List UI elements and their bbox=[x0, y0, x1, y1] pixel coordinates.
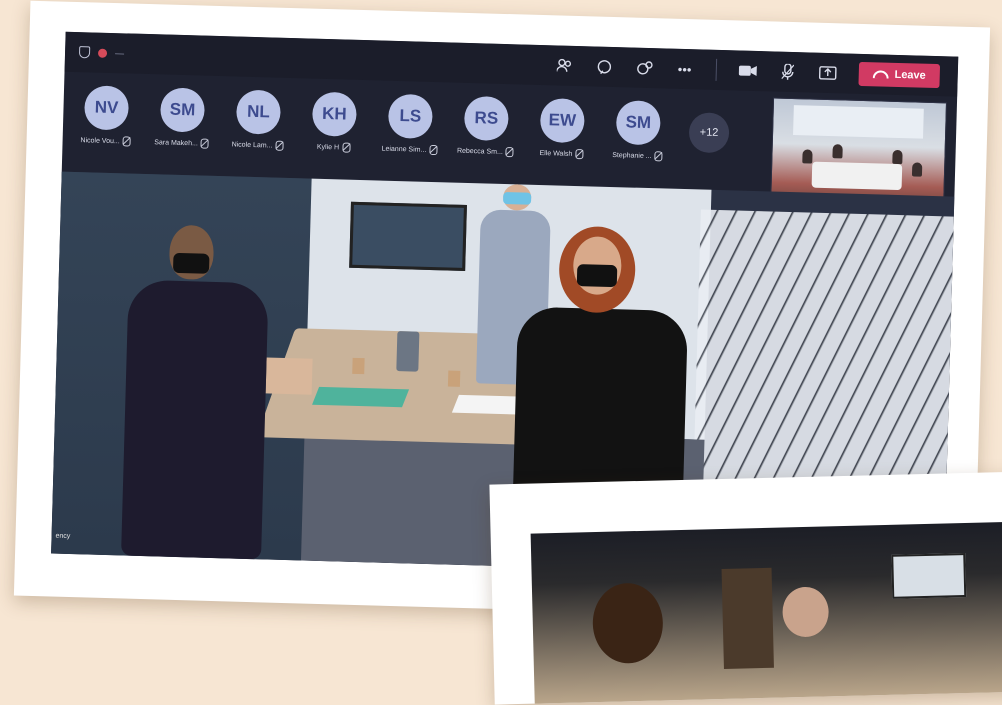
video-wall-monitor bbox=[349, 201, 467, 271]
video-tissue-box bbox=[265, 357, 313, 395]
participant-item[interactable]: NL Nicole Lam... bbox=[228, 89, 288, 151]
share-icon[interactable] bbox=[818, 64, 837, 82]
mic-muted-icon bbox=[275, 140, 284, 151]
leave-button-label: Leave bbox=[894, 68, 926, 82]
secondary-wall-picture bbox=[891, 553, 967, 599]
room-person bbox=[832, 144, 843, 159]
participant-name-row: Sara Makeh... bbox=[154, 137, 209, 149]
participant-name-row: Leianne Sim... bbox=[381, 144, 438, 156]
participant-name: Elle Walsh bbox=[539, 149, 573, 158]
reactions-icon[interactable] bbox=[635, 59, 653, 77]
camera-icon[interactable] bbox=[738, 62, 757, 80]
leave-button[interactable]: Leave bbox=[858, 61, 941, 89]
top-bar-left: — bbox=[65, 46, 124, 60]
avatar: KH bbox=[311, 91, 358, 137]
video-folder bbox=[312, 386, 410, 408]
room-person bbox=[802, 149, 813, 164]
mic-muted-icon bbox=[575, 148, 584, 160]
participant-item[interactable]: SM Sara Makeh... bbox=[152, 87, 212, 149]
participant-item[interactable]: RS Rebecca Sm... bbox=[456, 95, 516, 158]
mic-muted-icon bbox=[341, 142, 351, 153]
secondary-video-screen bbox=[530, 521, 1002, 704]
mic-muted-icon bbox=[200, 138, 209, 149]
participant-name: Rebecca Sm... bbox=[456, 147, 504, 156]
room-person bbox=[911, 162, 923, 177]
video-cup bbox=[352, 357, 365, 375]
mic-muted-icon bbox=[122, 136, 131, 147]
secondary-person-curly-hair bbox=[591, 582, 664, 665]
phone-hangup-icon bbox=[872, 70, 889, 79]
participant-item[interactable]: SM Stephanie ... bbox=[608, 100, 668, 162]
video-person-left bbox=[121, 224, 270, 560]
participant-name-row: Stephanie ... bbox=[612, 150, 663, 162]
top-bar-controls: ••• Leave bbox=[555, 53, 958, 89]
photo-frame-secondary bbox=[489, 471, 1002, 705]
participant-name: Leianne Sim... bbox=[381, 145, 427, 154]
room-table bbox=[811, 161, 903, 191]
avatar: SM bbox=[159, 87, 206, 133]
avatar: NL bbox=[235, 89, 282, 135]
more-participants-button[interactable]: +12 bbox=[688, 112, 730, 154]
meeting-timer: — bbox=[114, 48, 125, 59]
avatar: SM bbox=[615, 100, 661, 146]
mic-muted-icon bbox=[505, 147, 515, 158]
participant-name-row: Rebecca Sm... bbox=[456, 146, 515, 158]
participant-item[interactable]: KH Kylie H bbox=[304, 91, 364, 153]
recording-dot-icon bbox=[97, 48, 108, 58]
room-person bbox=[892, 149, 903, 165]
avatar: EW bbox=[539, 98, 585, 144]
secondary-shelf bbox=[721, 567, 774, 669]
secondary-person-bald bbox=[781, 586, 830, 638]
video-pitcher bbox=[396, 331, 420, 372]
participant-name: Nicole Vou... bbox=[80, 136, 120, 145]
chat-icon[interactable] bbox=[595, 58, 613, 76]
participant-name-row: Nicole Vou... bbox=[80, 135, 131, 147]
participant-name-row: Kylie H bbox=[316, 142, 351, 153]
avatar: RS bbox=[463, 95, 509, 142]
more-icon[interactable]: ••• bbox=[675, 60, 693, 78]
room-window bbox=[793, 105, 924, 139]
participant-item[interactable]: EW Elle Walsh bbox=[532, 98, 592, 160]
participant-name: Nicole Lam... bbox=[231, 140, 273, 150]
mic-icon[interactable] bbox=[778, 63, 796, 81]
participant-name-row: Elle Walsh bbox=[539, 148, 584, 160]
video-cup bbox=[447, 370, 461, 387]
toolbar-separator bbox=[715, 58, 717, 81]
participant-item[interactable]: LS Leianne Sim... bbox=[380, 93, 440, 156]
participant-name: Kylie H bbox=[316, 143, 340, 151]
shield-icon bbox=[78, 46, 91, 59]
main-video-label: ency bbox=[55, 532, 71, 541]
mic-muted-icon bbox=[654, 151, 663, 162]
participant-item[interactable]: NV Nicole Vou... bbox=[76, 85, 136, 147]
avatar: LS bbox=[387, 93, 434, 139]
people-icon[interactable] bbox=[555, 56, 573, 74]
participant-name: Stephanie ... bbox=[612, 151, 652, 160]
mic-muted-icon bbox=[429, 144, 438, 156]
avatar: NV bbox=[83, 85, 130, 131]
participant-name: Sara Makeh... bbox=[154, 138, 198, 147]
participant-name-row: Nicole Lam... bbox=[231, 139, 284, 151]
